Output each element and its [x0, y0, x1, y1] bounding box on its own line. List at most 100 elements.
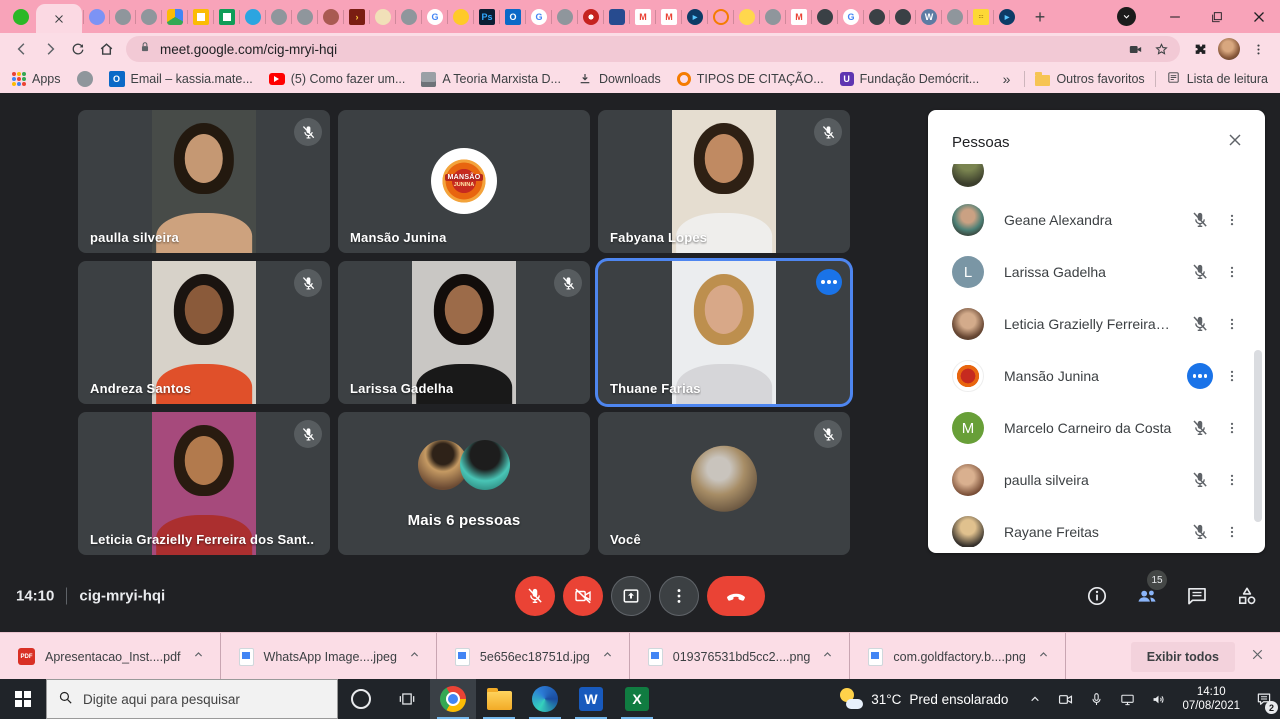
browser-tab[interactable]: [396, 1, 422, 33]
download-item[interactable]: PDF Apresentacao_Inst....pdf: [0, 633, 220, 680]
other-favorites-button[interactable]: Outros favoritos: [1035, 72, 1144, 86]
weather-widget[interactable]: 31°C Pred ensolarado: [827, 687, 1020, 711]
meet-now-icon[interactable]: [1050, 679, 1081, 719]
browser-tab[interactable]: G: [526, 1, 552, 33]
taskbar-chrome-button[interactable]: [430, 679, 476, 719]
participant-mic-button[interactable]: [1181, 522, 1219, 542]
browser-tab[interactable]: [708, 1, 734, 33]
video-tile[interactable]: paulla silveira: [78, 110, 330, 253]
participant-mic-button[interactable]: [1181, 262, 1219, 282]
browser-tab[interactable]: [734, 1, 760, 33]
participant-menu-button[interactable]: [1219, 419, 1245, 437]
video-tile[interactable]: Andreza Santos: [78, 261, 330, 404]
panel-scrollbar[interactable]: [1254, 350, 1262, 522]
download-menu-chevron[interactable]: [1036, 647, 1051, 667]
hangup-button[interactable]: [707, 576, 765, 616]
browser-tab[interactable]: [890, 1, 916, 33]
camera-permission-icon[interactable]: [1122, 36, 1148, 62]
participant-mic-button[interactable]: [1181, 363, 1219, 389]
profile-avatar[interactable]: [1218, 38, 1240, 60]
download-menu-chevron[interactable]: [407, 647, 422, 667]
taskbar-clock[interactable]: 14:10 07/08/2021: [1174, 685, 1248, 713]
bookmarks-overflow-button[interactable]: »: [999, 71, 1015, 87]
maximize-button[interactable]: [1196, 0, 1238, 33]
browser-tab[interactable]: [448, 1, 474, 33]
browser-tab[interactable]: [578, 1, 604, 33]
browser-tab[interactable]: M: [656, 1, 682, 33]
browser-tab[interactable]: [604, 1, 630, 33]
browser-tab[interactable]: [266, 1, 292, 33]
browser-tab[interactable]: ›: [344, 1, 370, 33]
chat-button[interactable]: [1184, 583, 1210, 609]
address-bar[interactable]: meet.google.com/cig-mryi-hqi: [126, 36, 1180, 62]
people-button[interactable]: 15: [1134, 583, 1160, 609]
video-tile[interactable]: Você: [598, 412, 850, 555]
download-item[interactable]: com.goldfactory.b....png: [850, 633, 1064, 680]
bookmark-item[interactable]: OEmail – kassia.mate...: [109, 71, 253, 87]
tray-overflow-button[interactable]: [1020, 679, 1050, 719]
bookmark-item[interactable]: (5) Como fazer um...: [269, 72, 406, 86]
download-menu-chevron[interactable]: [600, 647, 615, 667]
browser-tab[interactable]: ▶: [994, 1, 1020, 33]
browser-tab[interactable]: G: [422, 1, 448, 33]
browser-tab[interactable]: ▶: [682, 1, 708, 33]
participant-mic-button[interactable]: [1181, 210, 1219, 230]
bookmark-star-icon[interactable]: [1148, 36, 1174, 62]
volume-icon[interactable]: [1143, 679, 1174, 719]
browser-tab[interactable]: [292, 1, 318, 33]
taskbar-edge-button[interactable]: [522, 679, 568, 719]
home-button[interactable]: [92, 35, 120, 63]
browser-tab[interactable]: [318, 1, 344, 33]
browser-tab[interactable]: [370, 1, 396, 33]
bookmark-item[interactable]: Downloads: [577, 71, 661, 87]
browser-tab[interactable]: :::: [968, 1, 994, 33]
action-center-button[interactable]: 2: [1248, 679, 1280, 719]
new-tab-button[interactable]: +: [1026, 3, 1054, 31]
participant-mic-button[interactable]: [1181, 314, 1219, 334]
tab-search-button[interactable]: [1117, 7, 1136, 26]
download-item[interactable]: WhatsApp Image....jpeg: [221, 633, 436, 680]
start-button[interactable]: [0, 679, 46, 719]
download-item[interactable]: 5e656ec18751d.jpg: [437, 633, 629, 680]
speaking-badge[interactable]: [1187, 363, 1213, 389]
bookmark-item[interactable]: Apps: [12, 72, 61, 86]
present-button[interactable]: [611, 576, 651, 616]
participant-menu-button[interactable]: [1219, 523, 1245, 541]
reload-button[interactable]: [64, 35, 92, 63]
task-view-button[interactable]: [384, 679, 430, 719]
participant-menu-button[interactable]: [1219, 211, 1245, 229]
extensions-icon[interactable]: [1186, 35, 1214, 63]
participant-menu-button[interactable]: [1219, 263, 1245, 281]
browser-tab[interactable]: [84, 1, 110, 33]
browser-tab[interactable]: [188, 1, 214, 33]
reading-list-button[interactable]: Lista de leitura: [1166, 70, 1268, 88]
tray-microphone-icon[interactable]: [1081, 679, 1112, 719]
browser-tab[interactable]: [162, 1, 188, 33]
show-all-downloads-button[interactable]: Exibir todos: [1131, 642, 1235, 672]
mic-off-button[interactable]: [515, 576, 555, 616]
close-panel-button[interactable]: [1225, 130, 1245, 155]
activities-button[interactable]: [1234, 583, 1260, 609]
participant-menu-button[interactable]: [1219, 367, 1245, 385]
download-menu-chevron[interactable]: [191, 647, 206, 667]
download-menu-chevron[interactable]: [820, 647, 835, 667]
minimize-button[interactable]: [1154, 0, 1196, 33]
browser-tab[interactable]: [942, 1, 968, 33]
participant-mic-button[interactable]: [1181, 418, 1219, 438]
taskbar-explorer-button[interactable]: [476, 679, 522, 719]
browser-tab[interactable]: G: [838, 1, 864, 33]
browser-tab[interactable]: [864, 1, 890, 33]
browser-tab[interactable]: [812, 1, 838, 33]
camera-off-button[interactable]: [563, 576, 603, 616]
more-options-button[interactable]: [659, 576, 699, 616]
browser-tab[interactable]: [214, 1, 240, 33]
video-tile[interactable]: Mais 6 pessoas: [338, 412, 590, 555]
participant-menu-button[interactable]: [1219, 471, 1245, 489]
taskbar-search-box[interactable]: Digite aqui para pesquisar: [46, 679, 338, 719]
browser-tab[interactable]: O: [500, 1, 526, 33]
browser-tab[interactable]: [552, 1, 578, 33]
network-icon[interactable]: [1112, 679, 1143, 719]
active-browser-tab[interactable]: [36, 4, 82, 33]
browser-tab[interactable]: M: [630, 1, 656, 33]
browser-tab[interactable]: [8, 1, 34, 33]
